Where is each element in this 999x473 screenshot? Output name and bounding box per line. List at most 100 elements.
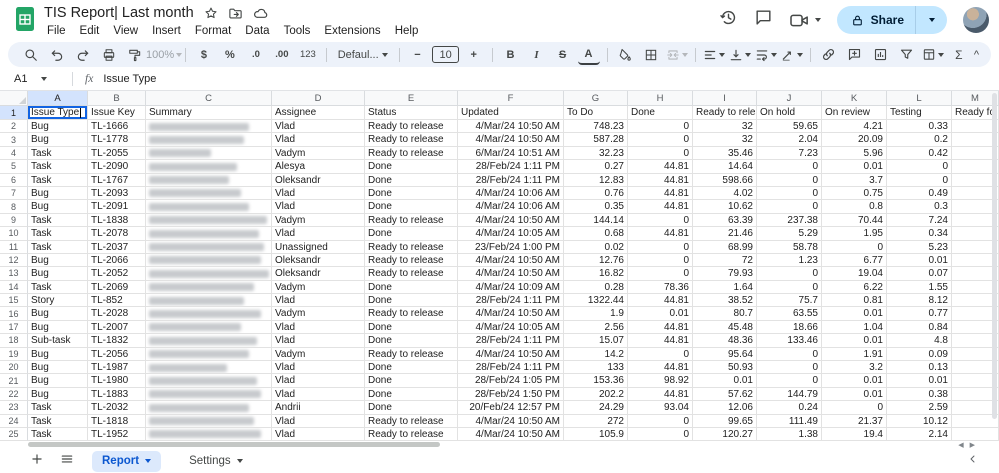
cell[interactable]: 0.01 bbox=[822, 334, 887, 347]
version-history-icon[interactable] bbox=[719, 8, 738, 32]
cell[interactable] bbox=[146, 160, 272, 173]
meet-dropdown-caret[interactable] bbox=[815, 18, 821, 22]
cell[interactable]: 4/Mar/24 10:05 AM bbox=[458, 227, 564, 240]
cell[interactable]: Bug bbox=[28, 254, 88, 267]
cell[interactable]: 63.39 bbox=[693, 214, 757, 227]
cell[interactable] bbox=[146, 415, 272, 428]
vertical-scrollbar[interactable] bbox=[992, 91, 998, 439]
cell[interactable]: Vlad bbox=[272, 133, 365, 146]
cell[interactable]: 133 bbox=[564, 361, 628, 374]
cell[interactable]: TL-2028 bbox=[88, 307, 146, 320]
cell[interactable]: 0.8 bbox=[822, 200, 887, 213]
menu-insert[interactable]: Insert bbox=[145, 24, 188, 38]
column-header-L[interactable]: L bbox=[887, 91, 952, 106]
share-button[interactable]: Share bbox=[837, 6, 947, 34]
cell[interactable]: Vadym bbox=[272, 348, 365, 361]
cell[interactable]: 28/Feb/24 1:05 PM bbox=[458, 374, 564, 387]
cell[interactable]: 24.29 bbox=[564, 401, 628, 414]
cell[interactable] bbox=[146, 174, 272, 187]
menu-data[interactable]: Data bbox=[238, 24, 276, 38]
cell[interactable]: 99.65 bbox=[693, 415, 757, 428]
cell[interactable]: TL-1883 bbox=[88, 388, 146, 401]
cell[interactable]: 0.3 bbox=[887, 200, 952, 213]
cell[interactable]: 44.81 bbox=[628, 361, 693, 374]
bold-button[interactable]: B bbox=[500, 44, 522, 65]
cell[interactable]: Vadym bbox=[272, 281, 365, 294]
cell[interactable]: 72 bbox=[693, 254, 757, 267]
row-header[interactable]: 10 bbox=[0, 227, 28, 240]
cell[interactable] bbox=[146, 334, 272, 347]
cell[interactable]: 15.07 bbox=[564, 334, 628, 347]
hide-toolbar-button[interactable]: ^ bbox=[974, 49, 979, 61]
move-folder-icon[interactable] bbox=[228, 6, 243, 21]
cell[interactable]: 16.82 bbox=[564, 267, 628, 280]
cell[interactable]: Done bbox=[365, 361, 458, 374]
format-currency-button[interactable]: $ bbox=[193, 44, 215, 65]
cell[interactable]: Oleksandr bbox=[272, 174, 365, 187]
row-header[interactable]: 5 bbox=[0, 160, 28, 173]
row-header[interactable]: 6 bbox=[0, 174, 28, 187]
cell[interactable]: 272 bbox=[564, 415, 628, 428]
document-title[interactable]: TIS Report| Last month bbox=[44, 5, 194, 21]
cell[interactable]: 45.48 bbox=[693, 321, 757, 334]
cell[interactable]: 0 bbox=[757, 267, 822, 280]
column-header-D[interactable]: D bbox=[272, 91, 365, 106]
format-percent-button[interactable]: % bbox=[219, 44, 241, 65]
cell[interactable]: 35.46 bbox=[693, 147, 757, 160]
cell[interactable]: Bug bbox=[28, 120, 88, 133]
side-panel-toggle-icon[interactable] bbox=[967, 452, 979, 470]
horizontal-scrollbar[interactable]: ◀▶ bbox=[0, 441, 999, 449]
cell[interactable]: TL-1666 bbox=[88, 120, 146, 133]
cell[interactable]: 4/Mar/24 10:50 AM bbox=[458, 415, 564, 428]
cell[interactable]: TL-1818 bbox=[88, 415, 146, 428]
row-header[interactable]: 13 bbox=[0, 267, 28, 280]
cell[interactable]: TL-852 bbox=[88, 294, 146, 307]
cell[interactable]: 4/Mar/24 10:50 AM bbox=[458, 428, 564, 441]
cell[interactable]: 4/Mar/24 10:06 AM bbox=[458, 187, 564, 200]
cell[interactable]: Oleksandr bbox=[272, 267, 365, 280]
cell[interactable]: TL-1980 bbox=[88, 374, 146, 387]
cell[interactable]: Vlad bbox=[272, 227, 365, 240]
cell[interactable]: 1.9 bbox=[564, 307, 628, 320]
cell[interactable]: 44.81 bbox=[628, 334, 693, 347]
cell[interactable]: 7.23 bbox=[757, 147, 822, 160]
cell[interactable]: 0.01 bbox=[887, 254, 952, 267]
cell[interactable]: Vlad bbox=[272, 374, 365, 387]
vertical-scrollbar-thumb[interactable] bbox=[992, 93, 997, 419]
cell[interactable]: 79.93 bbox=[693, 267, 757, 280]
cell[interactable]: 1.55 bbox=[887, 281, 952, 294]
row-header[interactable]: 19 bbox=[0, 348, 28, 361]
menu-tools[interactable]: Tools bbox=[277, 24, 318, 38]
cell[interactable]: 1.38 bbox=[757, 428, 822, 441]
cell[interactable]: 4/Mar/24 10:50 AM bbox=[458, 120, 564, 133]
cell[interactable]: 6/Mar/24 10:51 AM bbox=[458, 147, 564, 160]
fill-color-icon[interactable] bbox=[614, 44, 636, 65]
cell[interactable]: 23/Feb/24 1:00 PM bbox=[458, 241, 564, 254]
cell[interactable]: Ready to release bbox=[365, 415, 458, 428]
cell[interactable]: 63.55 bbox=[757, 307, 822, 320]
column-header-C[interactable]: C bbox=[146, 91, 272, 106]
cell[interactable]: Testing bbox=[887, 106, 952, 120]
cell[interactable]: 5.23 bbox=[887, 241, 952, 254]
name-box[interactable]: A1 bbox=[0, 73, 66, 85]
cell[interactable]: 44.81 bbox=[628, 294, 693, 307]
borders-icon[interactable] bbox=[640, 44, 662, 65]
row-header[interactable]: 16 bbox=[0, 307, 28, 320]
cell[interactable]: 0.38 bbox=[887, 388, 952, 401]
increase-decimal-button[interactable]: .00 bbox=[271, 44, 293, 65]
cell[interactable]: TL-2056 bbox=[88, 348, 146, 361]
cell[interactable] bbox=[146, 267, 272, 280]
cell[interactable]: 19.04 bbox=[822, 267, 887, 280]
cell[interactable] bbox=[146, 321, 272, 334]
table-views-icon[interactable] bbox=[922, 44, 944, 65]
decrease-decimal-button[interactable]: .0 bbox=[245, 44, 267, 65]
cell[interactable]: 0 bbox=[628, 120, 693, 133]
cell[interactable]: 57.62 bbox=[693, 388, 757, 401]
cell[interactable]: Ready to release bbox=[365, 241, 458, 254]
all-sheets-icon[interactable] bbox=[60, 452, 74, 471]
row-header[interactable]: 15 bbox=[0, 294, 28, 307]
cell[interactable]: TL-2090 bbox=[88, 160, 146, 173]
cell[interactable]: Task bbox=[28, 281, 88, 294]
cell[interactable] bbox=[146, 428, 272, 441]
insert-chart-icon[interactable] bbox=[870, 44, 892, 65]
